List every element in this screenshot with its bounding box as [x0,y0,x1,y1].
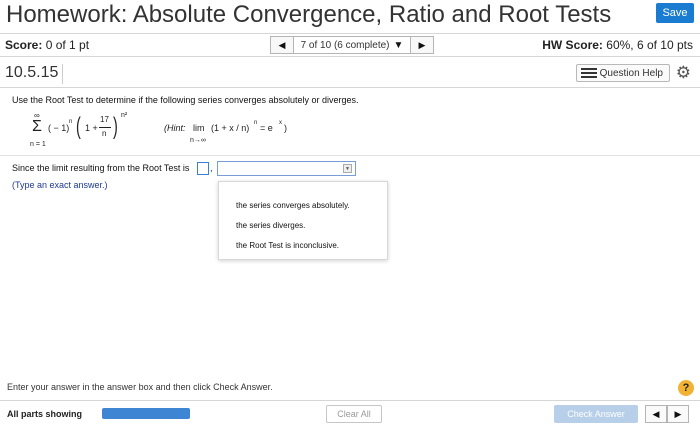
question-navigator: ◀ 7 of 10 (6 complete) ▼ ▶ [270,36,434,54]
fraction-denominator: n [102,129,107,138]
triangle-left-icon: ◀ [278,39,286,50]
hint-expression-exponent: n [254,120,258,126]
term-sign-exponent: n [69,119,73,125]
hint-expression: (1 + x / n) [211,123,250,133]
question-number: 10.5.15 [5,64,64,84]
hint-equals: = e [260,123,273,133]
hw-score-value: 60%, 6 of 10 pts [606,38,693,52]
parts-progress-bar [102,408,190,419]
comma: , [210,163,213,173]
triangle-right-icon: ▶ [674,408,682,419]
caret-down-icon: ▼ [393,39,404,51]
fraction-numerator: 17 [100,115,109,124]
score-label: Score: [5,38,43,52]
divider [0,155,700,156]
problem-instruction: Use the Root Test to determine if the fo… [12,95,359,105]
question-help-label: Question Help [599,67,663,79]
previous-question-button[interactable]: ◀ [270,36,294,54]
answer-type-hint: (Type an exact answer.) [12,180,108,190]
footer-instruction: Enter your answer in the answer box and … [7,382,273,392]
hint-lim: lim [193,123,205,133]
close-paren: ) [113,113,118,140]
fraction-bar [99,127,111,128]
question-select[interactable]: 7 of 10 (6 complete) ▼ [294,36,410,54]
hw-score: HW Score: 60%, 6 of 10 pts [542,38,693,52]
conclusion-dropdown-menu: the series converges absolutely. the ser… [218,181,388,260]
next-question-button[interactable]: ▶ [410,36,434,54]
clear-all-button[interactable]: Clear All [326,405,382,423]
page-title: Homework: Absolute Convergence, Ratio an… [6,1,612,28]
score: Score: 0 of 1 pt [5,38,89,52]
triangle-left-icon: ◀ [652,408,660,419]
hint-close: ) [284,123,287,133]
all-parts-label: All parts showing [7,409,83,419]
option-converges-absolutely[interactable]: the series converges absolutely. [236,201,350,210]
hint-lim-subscript: n→∞ [190,137,206,144]
outer-exponent: n² [121,112,128,119]
bottom-bar: All parts showing Clear All Check Answer… [0,400,700,433]
hw-score-label: HW Score: [542,38,603,52]
list-icon [580,68,597,78]
answer-prompt: Since the limit resulting from the Root … [12,163,190,173]
question-help-button[interactable]: Question Help [575,64,670,82]
option-diverges[interactable]: the series diverges. [236,221,305,230]
save-button[interactable]: Save [656,3,694,23]
limit-answer-input[interactable] [197,162,209,175]
previous-question-button-bottom[interactable]: ◀ [645,405,667,423]
open-paren: ( [76,113,81,140]
hint-equals-exponent: x [279,120,282,126]
hint-label: (Hint: [164,123,186,133]
one-plus: 1 + [85,123,98,133]
triangle-right-icon: ▶ [418,39,426,50]
check-answer-button[interactable]: Check Answer [554,405,638,423]
score-value: 0 of 1 pt [45,38,90,52]
chevron-down-icon[interactable]: ▼ [343,164,352,173]
sum-lower-limit: n = 1 [30,141,46,148]
score-bar: Score: 0 of 1 pt ◀ 7 of 10 (6 complete) … [0,33,700,57]
option-inconclusive[interactable]: the Root Test is inconclusive. [236,241,339,250]
next-question-button-bottom[interactable]: ▶ [667,405,689,423]
question-select-value: 7 of 10 (6 complete) [300,39,390,51]
help-icon[interactable]: ? [678,380,694,396]
question-bar: 10.5.15 Question Help ⚙ [0,60,700,88]
sigma-symbol: Σ [32,118,42,135]
series-formula: ∞ Σ n = 1 ( − 1) n ( 1 + 17 n ) n² (Hint… [30,111,370,152]
gear-icon[interactable]: ⚙ [676,64,691,82]
bottom-question-navigator: ◀ ▶ [645,405,689,423]
conclusion-select[interactable]: ▼ [217,161,356,176]
term-sign: ( − 1) [48,123,70,133]
